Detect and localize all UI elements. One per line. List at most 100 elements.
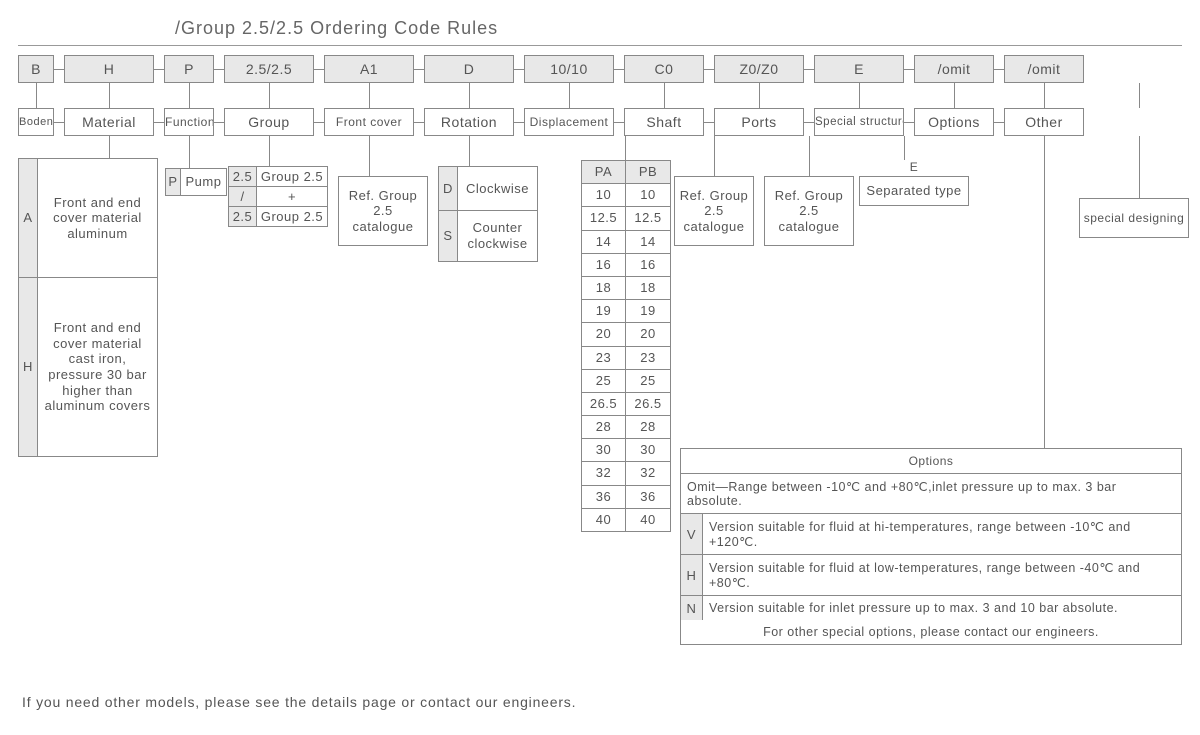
disp-row: 2525: [582, 370, 670, 393]
code-p: P: [164, 55, 214, 83]
disp-cell: 25: [582, 370, 626, 393]
label-group: Group: [224, 108, 314, 136]
disp-cell: 14: [626, 231, 670, 254]
label-function: Function: [164, 108, 214, 136]
code-b: B: [18, 55, 54, 83]
front-cover-text: Ref. Group 2.5 catalogue: [338, 176, 428, 246]
disp-cell: 36: [582, 486, 626, 509]
code-omit2: /omit: [1004, 55, 1084, 83]
material-a-text: Front and end cover material aluminum: [38, 158, 158, 278]
function-code: P: [165, 168, 181, 196]
label-shaft: Shaft: [624, 108, 704, 136]
ports-text: Ref. Group 2.5 catalogue: [764, 176, 854, 246]
code-group: 2.5/2.5: [224, 55, 314, 83]
group-r1c2: Group 2.5: [257, 167, 327, 187]
disp-cell: 32: [626, 462, 670, 485]
disp-cell: 10: [626, 184, 670, 207]
disp-cell: 23: [626, 347, 670, 370]
disp-cell: 26.5: [582, 393, 626, 416]
disp-cell: 40: [582, 509, 626, 531]
disp-cell: 19: [626, 300, 670, 323]
other-option: special designing: [1079, 198, 1189, 238]
options-desc: Version suitable for fluid at low-temper…: [703, 555, 1181, 595]
disp-cell: 25: [626, 370, 670, 393]
material-options: A Front and end cover material aluminum …: [18, 158, 158, 457]
options-table-title: Options: [681, 449, 1181, 474]
group-r2c1: /: [229, 187, 257, 207]
material-h-code: H: [18, 277, 38, 457]
code-z0: Z0/Z0: [714, 55, 804, 83]
group-table: 2.5 Group 2.5 / + 2.5 Group 2.5: [228, 166, 328, 227]
disp-row: 1616: [582, 254, 670, 277]
front-cover-ref: Ref. Group 2.5 catalogue: [338, 176, 428, 246]
disp-row: 1010: [582, 184, 670, 207]
disp-row: 1414: [582, 231, 670, 254]
options-desc: Version suitable for inlet pressure up t…: [703, 596, 1181, 620]
disp-row: 3636: [582, 486, 670, 509]
disp-cell: 16: [626, 254, 670, 277]
disp-cell: 32: [582, 462, 626, 485]
disp-cell: 26.5: [626, 393, 670, 416]
options-table: Options Omit—Range between -10℃ and +80℃…: [680, 448, 1182, 645]
rotation-d-text: Clockwise: [458, 166, 538, 211]
material-a-code: A: [18, 158, 38, 278]
label-front-cover: Front cover: [324, 108, 414, 136]
label-ports: Ports: [714, 108, 804, 136]
special-text: Separated type: [859, 176, 969, 206]
options-footer: For other special options, please contac…: [681, 620, 1181, 644]
disp-cell: 12.5: [626, 207, 670, 230]
code-disp: 10/10: [524, 55, 614, 83]
label-options: Options: [914, 108, 994, 136]
disp-row: 2020: [582, 323, 670, 346]
material-h-text: Front and end cover material cast iron, …: [38, 277, 158, 457]
label-special: Special structure: [814, 108, 904, 136]
disp-cell: 14: [582, 231, 626, 254]
code-a1: A1: [324, 55, 414, 83]
other-text: special designing: [1079, 198, 1189, 238]
label-boden: Boden: [18, 108, 54, 136]
options-row: Omit—Range between -10℃ and +80℃,inlet p…: [681, 474, 1181, 514]
function-option: P Pump: [165, 168, 227, 196]
options-code: H: [681, 555, 703, 595]
disp-hdr-pa: PA: [582, 161, 626, 184]
disp-cell: 30: [626, 439, 670, 462]
code-omit1: /omit: [914, 55, 994, 83]
options-code: V: [681, 514, 703, 554]
disp-cell: 36: [626, 486, 670, 509]
disp-row: 1919: [582, 300, 670, 323]
disp-row: 2323: [582, 347, 670, 370]
footer-note: If you need other models, please see the…: [22, 694, 576, 710]
page-title: /Group 2.5/2.5 Ordering Code Rules: [175, 18, 498, 39]
disp-cell: 30: [582, 439, 626, 462]
title-underline: [18, 45, 1182, 46]
group-r3c1: 2.5: [229, 207, 257, 226]
label-other: Other: [1004, 108, 1084, 136]
disp-cell: 18: [582, 277, 626, 300]
group-r3c2: Group 2.5: [257, 207, 327, 226]
disp-cell: 19: [582, 300, 626, 323]
disp-cell: 20: [626, 323, 670, 346]
ports-ref: Ref. Group 2.5 catalogue: [764, 176, 854, 246]
disp-row: 3030: [582, 439, 670, 462]
label-displacement: Displacement: [524, 108, 614, 136]
options-desc: Version suitable for fluid at hi-tempera…: [703, 514, 1181, 554]
disp-cell: 12.5: [582, 207, 626, 230]
options-code: N: [681, 596, 703, 620]
disp-cell: 20: [582, 323, 626, 346]
disp-cell: 28: [626, 416, 670, 439]
disp-cell: 18: [626, 277, 670, 300]
disp-hdr-pb: PB: [626, 161, 670, 184]
options-row: HVersion suitable for fluid at low-tempe…: [681, 555, 1181, 596]
disp-cell: 40: [626, 509, 670, 531]
code-c0: C0: [624, 55, 704, 83]
label-material: Material: [64, 108, 154, 136]
disp-cell: 10: [582, 184, 626, 207]
options-row: VVersion suitable for fluid at hi-temper…: [681, 514, 1181, 555]
function-text: Pump: [181, 168, 227, 196]
rotation-s-code: S: [438, 210, 458, 262]
code-h: H: [64, 55, 154, 83]
rotation-options: D Clockwise S Counter clockwise: [438, 166, 538, 262]
disp-row: 4040: [582, 509, 670, 531]
disp-cell: 23: [582, 347, 626, 370]
special-code: E: [859, 160, 969, 174]
